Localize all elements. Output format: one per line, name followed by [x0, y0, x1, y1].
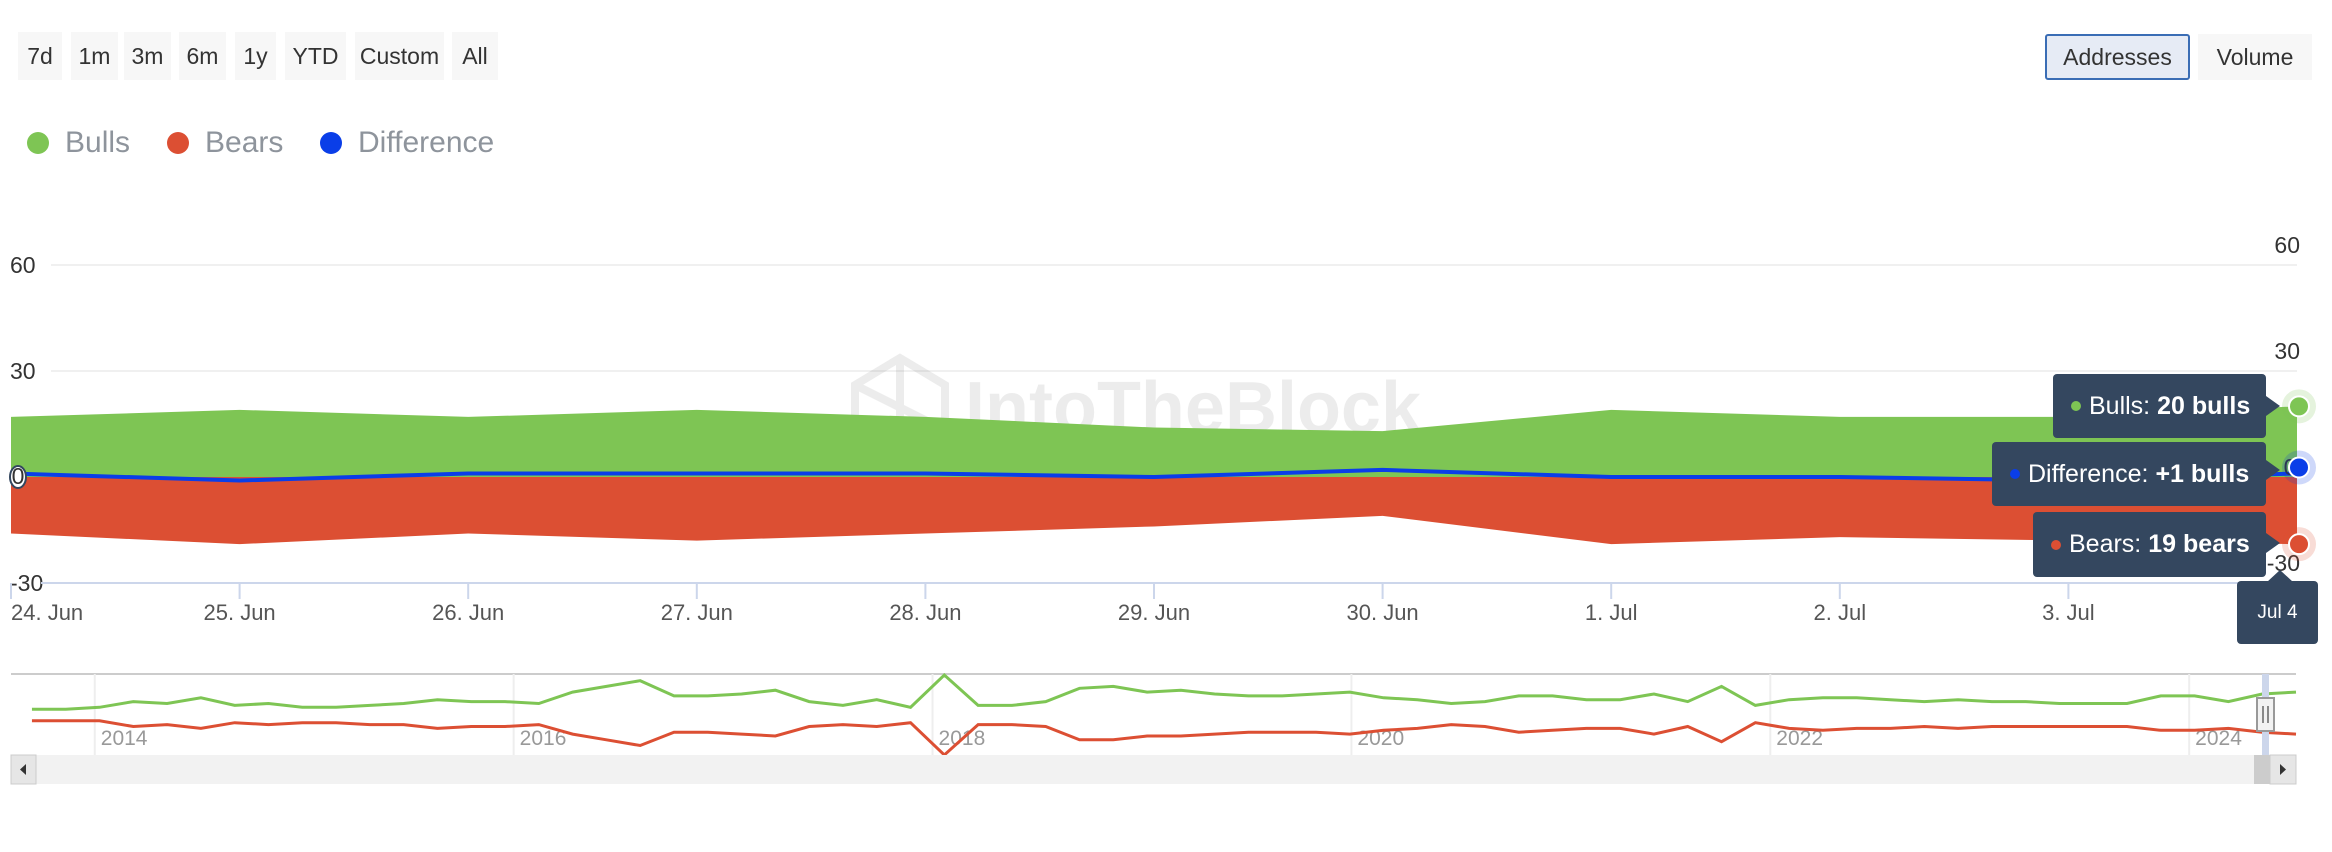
x-tick-label: 30. Jun — [1347, 600, 1419, 625]
y-right-tick-label: 60 — [2274, 232, 2300, 258]
x-tick-label: 28. Jun — [889, 600, 961, 625]
y-tick-label: 30 — [10, 358, 36, 384]
navigator-year-label: 2014 — [101, 727, 148, 750]
bulls-dot-icon — [2071, 401, 2081, 411]
bulls-hover-marker — [2288, 395, 2310, 418]
scrollbar-thumb[interactable] — [2254, 755, 2270, 784]
y-right-tick-label: 30 — [2274, 338, 2300, 364]
x-tick-label: 2. Jul — [1814, 600, 1867, 625]
tooltip-date: Jul 4 — [2237, 581, 2318, 644]
difference-dot-icon — [2010, 469, 2020, 479]
x-tick-label: 1. Jul — [1585, 600, 1638, 625]
tooltip-bulls-value: 20 bulls — [2157, 391, 2251, 420]
tooltip-bears: Bears: 19 bears — [2033, 512, 2266, 577]
tooltip-bears-value: 19 bears — [2148, 530, 2250, 558]
tooltip-difference-value: +1 bulls — [2155, 459, 2250, 488]
tooltip-bulls: Bulls: 20 bulls — [2053, 374, 2266, 438]
navigator-handle[interactable] — [2256, 697, 2275, 732]
bears-hover-marker — [2288, 533, 2310, 556]
x-tick-label: 25. Jun — [204, 600, 276, 625]
x-tick-label: 26. Jun — [432, 600, 504, 625]
bears-area — [11, 477, 2297, 545]
x-tick-label: 27. Jun — [661, 600, 733, 625]
tooltip-difference: Difference: +1 bulls — [1992, 442, 2266, 506]
y-tick-label: -30 — [10, 570, 43, 596]
y-tick-label: 0 — [12, 463, 25, 489]
tooltip-bulls-label: Bulls: — [2089, 391, 2151, 420]
tooltip-bears-label: Bears: — [2069, 530, 2142, 558]
bulls-bears-chart[interactable]: IntoTheBlock 60300-30 60300-30 24. Jun25… — [0, 0, 2332, 852]
bears-dot-icon — [2051, 539, 2061, 550]
navigator[interactable]: 2014 2016 2018 2020 2022 2024 — [11, 672, 2297, 758]
tooltip-difference-label: Difference: — [2028, 459, 2149, 488]
scrollbar[interactable] — [10, 754, 2297, 785]
navigator-background — [11, 674, 2296, 755]
y-tick-label: 60 — [10, 252, 36, 278]
scrollbar-track — [11, 755, 2296, 784]
x-tick-label: 29. Jun — [1118, 600, 1190, 625]
x-tick-label: 24. Jun — [11, 600, 83, 625]
x-tick-label: 3. Jul — [2042, 600, 2095, 625]
difference-hover-marker — [2288, 456, 2310, 479]
x-axis: 24. Jun 25. Jun 26. Jun 27. Jun 28. Jun 29. J… — [10, 582, 2297, 625]
